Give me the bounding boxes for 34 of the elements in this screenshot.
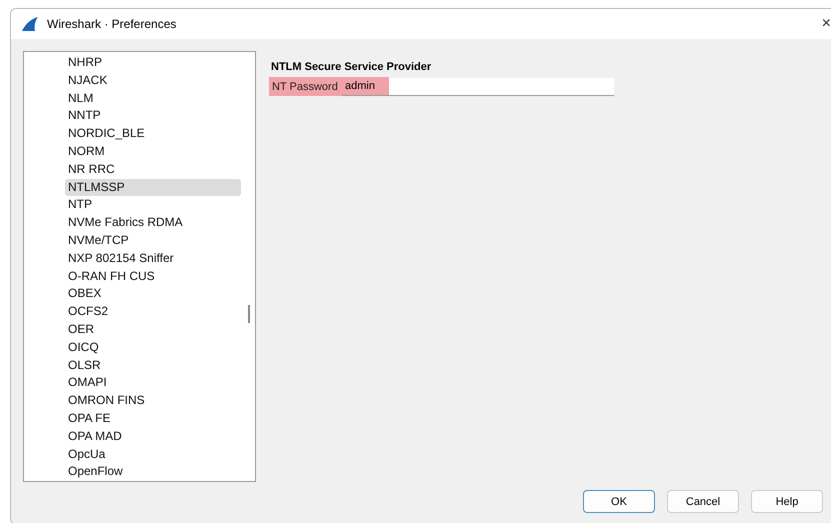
protocol-list-item[interactable]: NVMe Fabrics RDMA bbox=[65, 214, 241, 232]
scrollbar-thumb[interactable] bbox=[248, 305, 250, 323]
protocol-list-item[interactable]: OPA MAD bbox=[65, 428, 241, 446]
dialog-button[interactable]: OK bbox=[583, 490, 655, 513]
window-title: Wireshark · Preferences bbox=[47, 17, 176, 31]
close-button[interactable]: × bbox=[822, 15, 831, 33]
protocol-list-item[interactable]: O-RAN FH CUS bbox=[65, 268, 241, 286]
dialog-button[interactable]: Help bbox=[751, 490, 823, 513]
protocol-list-item[interactable]: OBEX bbox=[65, 285, 241, 304]
protocol-list-item[interactable]: NTP bbox=[65, 196, 241, 214]
shark-fin-icon bbox=[21, 17, 39, 31]
protocol-list-item[interactable]: NJACK bbox=[65, 72, 241, 90]
protocol-list-item[interactable]: NORM bbox=[65, 142, 241, 161]
dialog-button[interactable]: Cancel bbox=[667, 490, 739, 513]
protocol-list-item[interactable]: OMRON FINS bbox=[65, 392, 241, 410]
protocol-list-item[interactable]: NTLMSSP bbox=[65, 178, 241, 196]
protocol-list-item[interactable]: NXP 802154 Sniffer bbox=[65, 250, 241, 268]
protocol-list-item[interactable]: NNTP bbox=[65, 107, 241, 126]
protocol-list-item[interactable]: OICQ bbox=[65, 338, 241, 357]
protocol-list-item[interactable]: NORDIC_BLE bbox=[65, 125, 241, 143]
protocol-list-item[interactable]: NLM bbox=[65, 90, 241, 108]
protocol-list-item[interactable]: NR RRC bbox=[65, 160, 241, 179]
field-label: NT Password bbox=[271, 80, 339, 92]
protocol-list-item[interactable]: OMAPI bbox=[65, 374, 241, 392]
protocol-list-item[interactable]: OpenFlow bbox=[65, 463, 241, 482]
protocol-list-item[interactable]: OCFS2 bbox=[65, 303, 241, 321]
protocol-list-item[interactable]: OLSR bbox=[65, 356, 241, 374]
protocol-list-item[interactable]: NHRP bbox=[65, 54, 241, 72]
protocol-list-item[interactable]: OER bbox=[65, 320, 241, 339]
protocol-list-item[interactable]: OPA FE bbox=[65, 410, 241, 428]
protocol-list-item[interactable]: NVMe/TCP bbox=[65, 232, 241, 250]
section-title: NTLM Secure Service Provider bbox=[271, 61, 432, 73]
password-field[interactable]: admin bbox=[342, 78, 614, 96]
protocol-list-item[interactable]: OpcUa bbox=[65, 446, 241, 464]
